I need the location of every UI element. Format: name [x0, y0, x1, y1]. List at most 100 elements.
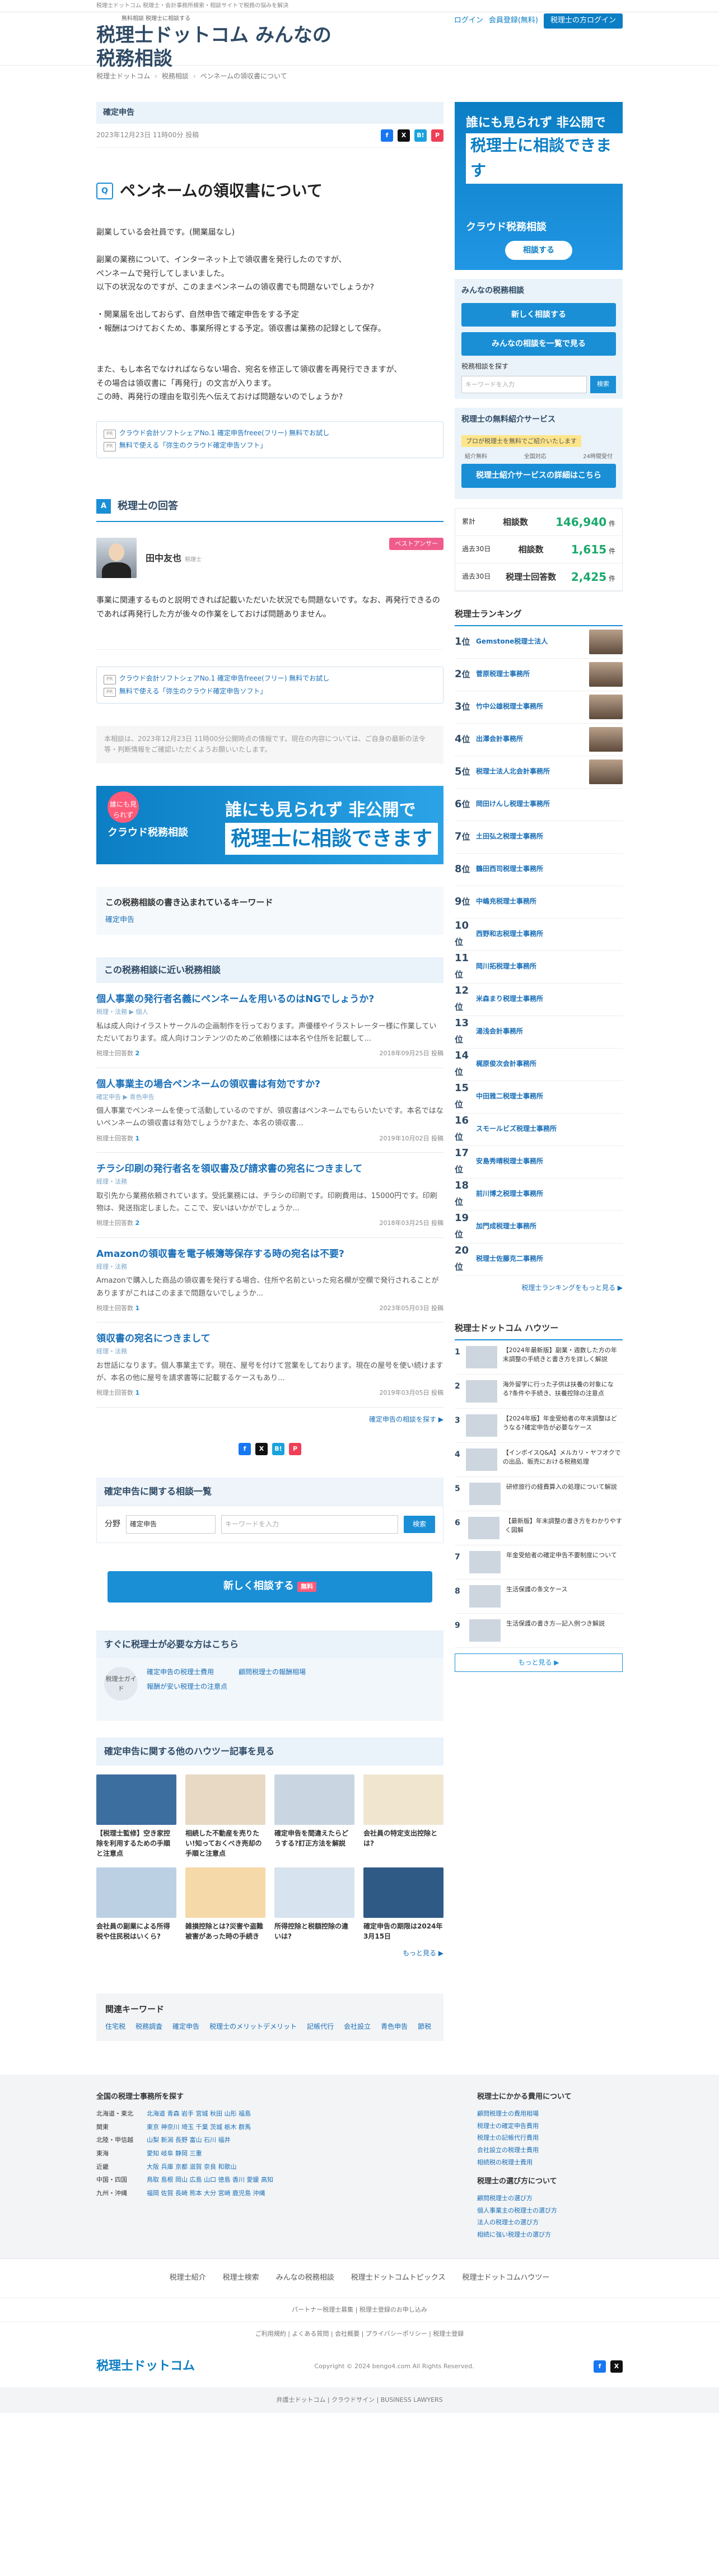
howto-card[interactable]: 所得控除と税額控除の違いは?: [274, 1867, 354, 1941]
related-keyword-link[interactable]: 青色申告: [381, 2021, 408, 2032]
cost-link[interactable]: 税理士の記帳代行費用: [477, 2133, 623, 2143]
side-howto-item[interactable]: 4 【インボイスQ&A】メルカリ・ヤフオクでの出品、販売における税務処理: [455, 1443, 623, 1477]
promo-link[interactable]: 無料で使える「弥生のクラウド確定申告ソフト」: [119, 441, 267, 449]
ranking-item[interactable]: 6位 岡田けんし税理士事務所: [455, 789, 623, 821]
ranking-item[interactable]: 20位 税理士佐藤克二事務所: [455, 1243, 623, 1276]
related-keyword-link[interactable]: 会社設立: [344, 2021, 371, 2032]
facebook-icon[interactable]: f: [593, 2360, 606, 2373]
side-howto-item[interactable]: 8 生活保護の条文ケース: [455, 1580, 623, 1614]
keyword-link[interactable]: 確定申告: [105, 916, 134, 924]
footer-link[interactable]: 税理士ドットコムトピックス: [351, 2272, 446, 2284]
ranking-item[interactable]: 18位 前川博之税理士事務所: [455, 1178, 623, 1211]
new-question-button[interactable]: 新しく相談する 無料: [108, 1571, 432, 1603]
side-howto-title[interactable]: 海外留学に行った子供は扶養の対象になる?条件や手続き、扶養控除の注意点: [503, 1380, 623, 1403]
ranking-item[interactable]: 15位 中田雅二税理士事務所: [455, 1081, 623, 1114]
rank-name[interactable]: 岡川拓税理士事務所: [476, 961, 623, 972]
ranking-item[interactable]: 16位 スモールビズ税理士事務所: [455, 1114, 623, 1146]
footer-logo[interactable]: 税理士ドットコム: [96, 2356, 195, 2376]
x-share-icon[interactable]: X: [255, 1443, 268, 1455]
intro-button[interactable]: 税理士紹介サービスの詳細はこちら: [461, 464, 616, 488]
side-howto-title[interactable]: 【2024年最新版】副業・週数した方の年末調整の手続きと書き方を詳しく解説: [503, 1346, 623, 1368]
need-link[interactable]: 顧問税理士の報酬相場: [239, 1668, 306, 1676]
rank-name[interactable]: 前川博之税理士事務所: [476, 1189, 623, 1199]
promo-link[interactable]: 無料で使える「弥生のクラウド確定申告ソフト」: [119, 687, 267, 695]
pref-list[interactable]: 鳥取 島根 岡山 広島 山口 徳島 香川 愛媛 高知: [147, 2175, 273, 2185]
ranking-item[interactable]: 4位 出澤会計事務所: [455, 724, 623, 756]
ranking-item[interactable]: 19位 加門成税理士事務所: [455, 1211, 623, 1243]
pocket-share-icon[interactable]: P: [431, 129, 443, 142]
pref-list[interactable]: 大阪 兵庫 京都 滋賀 奈良 和歌山: [147, 2162, 236, 2172]
rank-name[interactable]: 竹中公雄税理士事務所: [476, 701, 585, 712]
footer-link[interactable]: 税理士ドットコムハウツー: [462, 2272, 549, 2284]
howto-card[interactable]: 【税理士監修】空き家控除を利用するための手順と注意点: [96, 1774, 176, 1858]
ranking-item[interactable]: 9位 中嶋充税理士事務所: [455, 886, 623, 919]
rank-name[interactable]: 土田弘之税理士事務所: [476, 831, 623, 842]
side-howto-item[interactable]: 1 【2024年最新版】副業・週数した方の年末調整の手続きと書き方を詳しく解説: [455, 1340, 623, 1375]
x-icon[interactable]: X: [610, 2360, 623, 2373]
rank-name[interactable]: 出澤会計事務所: [476, 734, 585, 744]
ranking-item[interactable]: 1位 Gemstone税理士法人: [455, 626, 623, 659]
related-item[interactable]: 個人事業主の場合ペンネームの領収書は有効ですか? 確定申告 ▶ 青色申告 個人事業で…: [96, 1068, 443, 1153]
rank-name[interactable]: Gemstone税理士法人: [476, 636, 585, 647]
related-keyword-link[interactable]: 住宅税: [105, 2021, 125, 2032]
related-title[interactable]: 個人事業の発行者名義にペンネームを用いるのはNGでしょうか?: [96, 992, 443, 1007]
pref-list[interactable]: 愛知 岐阜 静岡 三重: [147, 2149, 202, 2159]
signup-link[interactable]: 会員登録(無料): [489, 15, 538, 27]
related-keyword-link[interactable]: 記帳代行: [307, 2021, 334, 2032]
need-link[interactable]: 報酬が安い税理士の注意点: [147, 1683, 227, 1690]
ranking-item[interactable]: 8位 鶴田西司税理士事務所: [455, 854, 623, 886]
side-howto-title[interactable]: 【インボイスQ&A】メルカリ・ヤフオクでの出品、販売における税務処理: [503, 1448, 623, 1471]
howto-card[interactable]: 雑損控除とは?災害や盗難被害があった時の手続き: [185, 1867, 265, 1941]
rank-name[interactable]: 税理士法人北会計事務所: [476, 766, 585, 777]
ranking-item[interactable]: 7位 土田弘之税理士事務所: [455, 821, 623, 854]
choose-link[interactable]: 顧問税理士の選び方: [477, 2193, 623, 2204]
side-list-button[interactable]: みんなの相談を一覧で見る: [461, 332, 616, 356]
rank-name[interactable]: 岡田けんし税理士事務所: [476, 799, 623, 809]
choose-link[interactable]: 相続に強い税理士の選び方: [477, 2230, 623, 2240]
footer-bottom[interactable]: 弁護士ドットコム | クラウドサイン | BUSINESS LAWYERS: [0, 2387, 719, 2414]
ranking-item[interactable]: 12位 米森まり税理士事務所: [455, 984, 623, 1016]
related-item[interactable]: 個人事業の発行者名義にペンネームを用いるのはNGでしょうか? 税理・法務 ▶ 個人…: [96, 983, 443, 1068]
rank-name[interactable]: 西野和志税理士事務所: [476, 929, 623, 939]
side-howto-title[interactable]: 年金受給者の確定申告不要制度について: [506, 1551, 617, 1573]
howto-card[interactable]: 確定申告の期限は2024年3月15日: [363, 1867, 443, 1941]
cost-link[interactable]: 相続税の税理士費用: [477, 2158, 623, 2168]
pref-list[interactable]: 福岡 佐賀 長崎 熊本 大分 宮崎 鹿児島 沖縄: [147, 2188, 265, 2198]
hatena-share-icon[interactable]: B!: [414, 129, 427, 142]
cost-link[interactable]: 会社設立の税理士費用: [477, 2145, 623, 2155]
side-howto-title[interactable]: 生活保護の書き方—記入例つき解説: [506, 1619, 605, 1642]
rank-name[interactable]: 鶴田西司税理士事務所: [476, 864, 623, 874]
promo-link[interactable]: クラウド会計ソフトシェアNo.1 確定申告freee(フリー) 無料でお試し: [119, 674, 330, 682]
cost-link[interactable]: 顧問税理士の費用相場: [477, 2109, 623, 2119]
related-keyword-link[interactable]: 節税: [418, 2021, 431, 2032]
field-select[interactable]: 確定申告: [126, 1515, 216, 1534]
side-howto-item[interactable]: 7 年金受給者の確定申告不要制度について: [455, 1545, 623, 1580]
related-title[interactable]: チラシ印刷の発行者名を領収書及び請求書の宛名につきまして: [96, 1162, 443, 1177]
ranking-item[interactable]: 5位 税理士法人北会計事務所: [455, 756, 623, 789]
rank-name[interactable]: 加門成税理士事務所: [476, 1221, 623, 1232]
howto-card[interactable]: 確定申告を間違えたらどうする?訂正方法を解説: [274, 1774, 354, 1858]
side-howto-more[interactable]: もっと見る ▶: [455, 1653, 623, 1672]
side-search-button[interactable]: 検索: [590, 375, 616, 394]
sidebar-ad[interactable]: 誰にも見られず 非公開で 税理士に相談できます クラウド税務相談 相談する: [455, 102, 623, 271]
pocket-share-icon[interactable]: P: [289, 1443, 301, 1455]
answerer-avatar[interactable]: [96, 538, 137, 579]
consult-banner[interactable]: 誰にも見られず クラウド税務相談 誰にも見られず 非公開で 税理士に相談できます: [96, 785, 443, 864]
rank-name[interactable]: 米森まり税理士事務所: [476, 994, 623, 1004]
related-title[interactable]: 領収書の宛名につきまして: [96, 1331, 443, 1347]
side-howto-title[interactable]: 研修旅行の経費算入の処理について解説: [506, 1483, 617, 1505]
related-title[interactable]: Amazonの領収書を電子帳簿等保存する時の宛名は不要?: [96, 1247, 443, 1262]
x-share-icon[interactable]: X: [398, 129, 410, 142]
ad-consult-button[interactable]: 相談する: [505, 241, 572, 260]
ranking-item[interactable]: 3位 竹中公雄税理士事務所: [455, 691, 623, 724]
choose-link[interactable]: 個人事業主の税理士の選び方: [477, 2206, 623, 2216]
login-link[interactable]: ログイン: [454, 15, 483, 27]
rank-name[interactable]: 税理士佐藤克二事務所: [476, 1254, 623, 1264]
side-howto-item[interactable]: 2 海外留学に行った子供は扶養の対象になる?条件や手続き、扶養控除の注意点: [455, 1375, 623, 1409]
footer-link[interactable]: 税理士検索: [223, 2272, 259, 2284]
breadcrumb-item[interactable]: 税理士ドットコム: [96, 71, 150, 82]
facebook-share-icon[interactable]: f: [381, 129, 393, 142]
howto-more-link[interactable]: もっと見る ▶: [403, 1949, 443, 1957]
rank-name[interactable]: 菅原税理士事務所: [476, 669, 585, 679]
footer-partner[interactable]: パートナー税理士募集 | 税理士登録のお申し込み: [0, 2298, 719, 2322]
